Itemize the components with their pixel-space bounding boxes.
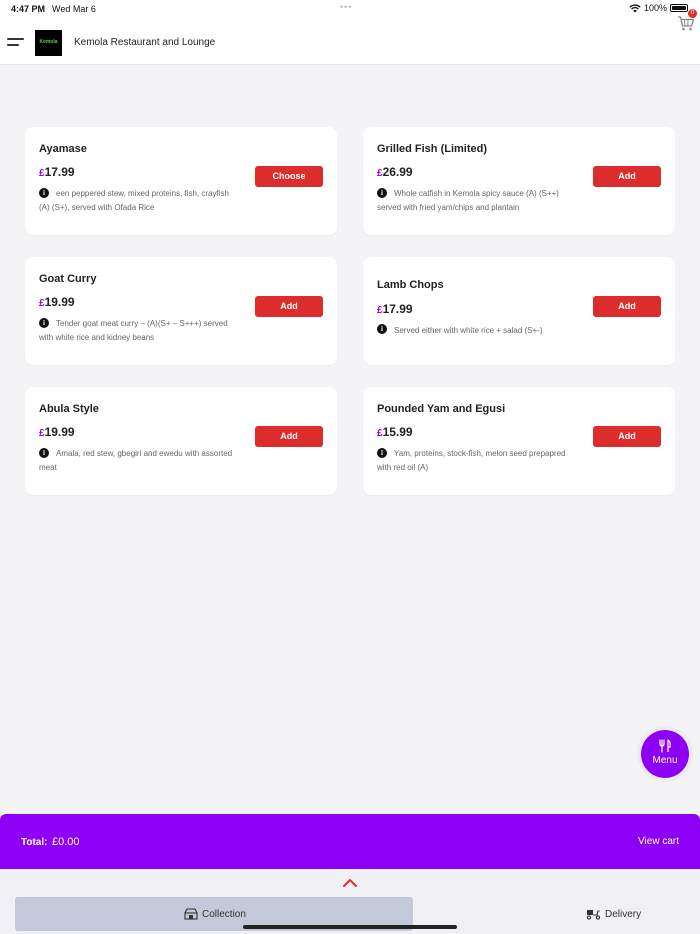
item-name: Pounded Yam and Egusi [377,403,506,415]
total-label: Total: [21,837,48,848]
delivery-option[interactable]: Delivery [420,897,700,931]
menu-button-label: Menu [652,755,678,766]
menu-item-card: Grilled Fish (Limited) £26.99 i Whole ca… [363,127,675,235]
price-value: 19.99 [44,425,75,439]
logo-text: Kemola [39,39,58,45]
choose-button[interactable]: Choose [255,166,323,187]
total-value: £0.00 [52,836,80,848]
item-name: Goat Curry [39,273,97,285]
collection-label: Collection [202,908,246,920]
cart-count-badge: 0 [688,9,697,18]
item-price: £17.99 [39,165,75,179]
cart-total-bar: Total: £0.00 View cart [0,814,700,869]
collection-option-content: Collection [184,908,246,920]
item-description: Tender goat meat curry – (A)(S+ – S+++) … [39,319,228,342]
price-value: 15.99 [382,425,413,439]
item-description: Served either with white rice + salad (S… [394,326,543,335]
menu-button[interactable]: Menu [641,730,689,778]
item-price: £26.99 [377,165,413,179]
item-price: £15.99 [377,425,413,439]
add-button[interactable]: Add [593,166,661,187]
delivery-label: Delivery [605,908,642,920]
hamburger-menu-icon[interactable] [7,38,24,48]
status-indicators: 100% [629,3,688,13]
price-value: 17.99 [382,302,413,316]
menu-item-card: Goat Curry £19.99 i Tender goat meat cur… [25,257,337,365]
item-price: £19.99 [39,425,75,439]
add-button[interactable]: Add [255,426,323,447]
item-description: Whole catfish in Kemola spicy sauce (A) … [377,189,559,212]
status-time: 4:47 PM [11,4,46,14]
status-bar: 4:47 PM Wed Mar 6 ••• 100% [0,0,700,20]
add-button[interactable]: Add [593,296,661,317]
fork-knife-icon [659,739,671,753]
status-date: Wed Mar 6 [52,4,96,14]
chevron-up-icon[interactable] [343,878,357,888]
add-button[interactable]: Add [593,426,661,447]
item-name: Ayamase [39,143,87,155]
view-cart-button[interactable]: View cart [638,836,679,847]
menu-item-card: Pounded Yam and Egusi £15.99 i Yam, prot… [363,387,675,495]
price-value: 19.99 [44,295,75,309]
item-name: Grilled Fish (Limited) [377,143,488,155]
battery-percent: 100% [643,3,667,13]
menu-item-card: Ayamase £17.99 i een peppered stew, mixe… [25,127,337,235]
restaurant-logo: Kemola [35,30,62,56]
menu-item-card: Abula Style £19.99 i Amala, red stew, gb… [25,387,337,495]
home-indicator [243,925,457,929]
price-value: 26.99 [382,165,413,179]
delivery-scooter-icon [586,910,601,920]
page-title: Kemola Restaurant and Lounge [74,37,216,48]
item-price: £17.99 [377,302,413,316]
add-button[interactable]: Add [255,296,323,317]
item-description: een peppered stew, mixed proteins, fish,… [39,189,229,212]
app-header: Kemola Kemola Restaurant and Lounge [0,20,700,65]
battery-icon [670,4,688,12]
item-name: Lamb Chops [377,279,444,291]
price-value: 17.99 [44,165,75,179]
multitasking-dots-icon: ••• [340,2,353,12]
item-description: Amala, red stew, gbegiri and ewedu with … [39,449,233,472]
item-price: £19.99 [39,295,75,309]
wifi-icon [629,3,641,12]
menu-item-card: Lamb Chops £17.99 i Served either with w… [363,257,675,365]
item-description: Yam, proteins, stock-fish, melon seed pr… [377,449,566,472]
item-name: Abula Style [39,403,99,415]
delivery-option-content: Delivery [586,908,641,920]
store-pickup-icon [184,908,198,920]
